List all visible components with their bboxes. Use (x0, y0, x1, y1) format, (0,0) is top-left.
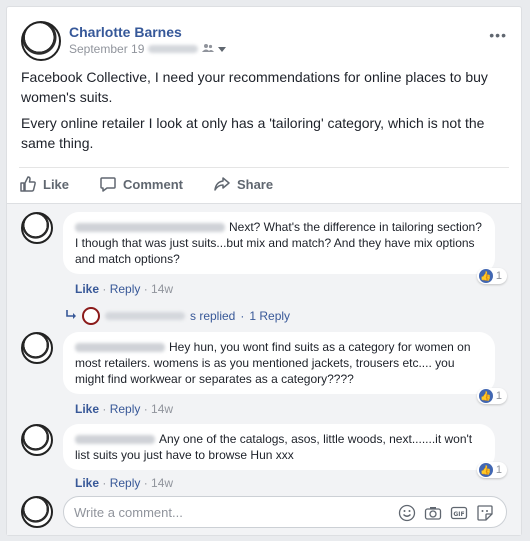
emoji-icon[interactable] (398, 504, 416, 522)
thumbs-up-icon (20, 176, 36, 192)
view-replies-link[interactable]: s replied · 1 Reply (65, 307, 290, 325)
comment-like-link[interactable]: Like (75, 402, 99, 416)
share-button[interactable]: Share (213, 175, 273, 193)
avatar[interactable] (21, 212, 53, 244)
post-date[interactable]: September 19 (69, 42, 144, 56)
replied-text: s replied (190, 309, 236, 323)
avatar (21, 496, 53, 528)
redacted-name (105, 312, 185, 320)
comment-meta: Like · Reply · 14w (75, 282, 174, 296)
more-icon[interactable]: ••• (489, 27, 507, 43)
reaction-number: 1 (495, 390, 502, 402)
separator: · (240, 309, 245, 323)
action-bar: Like Comment Share (19, 167, 509, 200)
reply-count: 1 Reply (249, 309, 291, 323)
chevron-down-icon[interactable] (218, 42, 227, 56)
camera-icon[interactable] (424, 504, 442, 522)
comment-button[interactable]: Comment (99, 175, 183, 193)
redacted-name (75, 223, 225, 233)
reaction-count[interactable]: 👍 1 (476, 388, 507, 404)
redacted-name (75, 435, 155, 445)
reaction-number: 1 (495, 270, 502, 282)
comment-reply-link[interactable]: Reply (110, 402, 141, 416)
post-paragraph: Facebook Collective, I need your recomme… (21, 69, 488, 105)
comment-like-link[interactable]: Like (75, 282, 99, 296)
svg-text:GIF: GIF (453, 511, 464, 518)
comment-reply-link[interactable]: Reply (110, 476, 141, 490)
comment-time[interactable]: 14w (151, 282, 173, 296)
comment-composer: Write a comment... GIF (21, 496, 507, 530)
comment: Hey hun, you wont find suits as a catego… (21, 332, 507, 416)
comment-meta: Like · Reply · 14w (75, 476, 174, 490)
comment-like-link[interactable]: Like (75, 476, 99, 490)
comment-label: Comment (123, 176, 183, 192)
comment: Next? What's the difference in tailoring… (21, 212, 507, 312)
share-icon (214, 177, 230, 191)
avatar (82, 307, 100, 325)
reaction-count[interactable]: 👍 1 (476, 462, 507, 478)
redacted-text (148, 45, 199, 53)
post-header: Charlotte Barnes September 19 ••• (21, 21, 511, 65)
reaction-number: 1 (495, 464, 502, 476)
composer-icons: GIF (398, 504, 494, 522)
comment-time[interactable]: 14w (151, 402, 173, 416)
like-reaction-icon: 👍 (478, 463, 493, 477)
redacted-name (75, 343, 165, 353)
comment: Any one of the catalogs, asos, little wo… (21, 424, 507, 494)
avatar[interactable] (21, 332, 53, 364)
comment-bubble: Next? What's the difference in tailoring… (63, 212, 495, 274)
post-meta: September 19 (69, 42, 227, 56)
like-button[interactable]: Like (19, 175, 69, 193)
comment-icon (100, 177, 116, 192)
comment-bubble: Any one of the catalogs, asos, little wo… (63, 424, 495, 470)
comment-meta: Like · Reply · 14w (75, 402, 174, 416)
comment-reply-link[interactable]: Reply (110, 282, 141, 296)
friends-icon[interactable] (202, 42, 215, 56)
comment-placeholder: Write a comment... (74, 504, 183, 520)
post-card: Charlotte Barnes September 19 ••• Facebo… (6, 6, 522, 536)
reply-arrow-icon (65, 309, 77, 323)
sticker-icon[interactable] (476, 504, 494, 522)
comments-section: Next? What's the difference in tailoring… (7, 203, 521, 535)
comment-bubble: Hey hun, you wont find suits as a catego… (63, 332, 495, 394)
reaction-count[interactable]: 👍 1 (476, 268, 507, 284)
like-label: Like (43, 176, 70, 192)
post-author[interactable]: Charlotte Barnes (69, 24, 182, 40)
gif-icon[interactable]: GIF (450, 504, 468, 522)
like-reaction-icon: 👍 (478, 389, 493, 403)
like-reaction-icon: 👍 (478, 269, 493, 283)
comment-time[interactable]: 14w (151, 476, 173, 490)
avatar[interactable] (21, 21, 61, 61)
share-label: Share (236, 176, 274, 192)
post-body: Facebook Collective, I need your recomme… (21, 67, 501, 159)
avatar[interactable] (21, 424, 53, 456)
comment-input[interactable]: Write a comment... GIF (63, 496, 507, 528)
post-paragraph: Every online retailer I look at only has… (21, 115, 485, 151)
